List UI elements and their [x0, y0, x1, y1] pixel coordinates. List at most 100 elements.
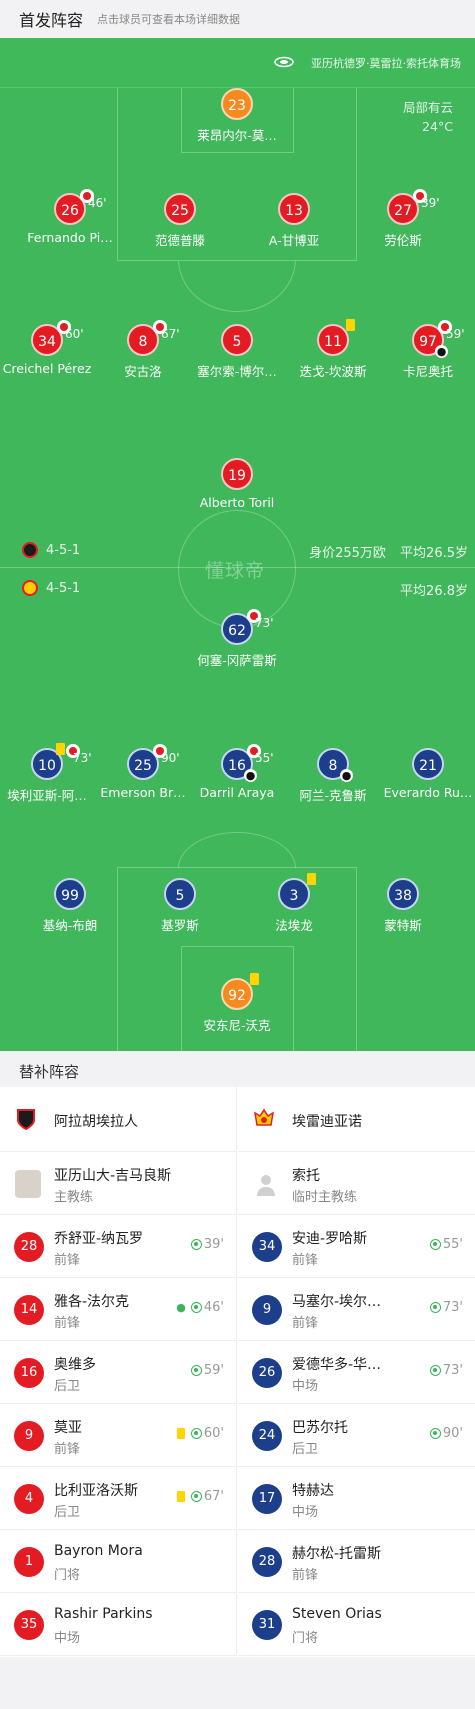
sub-in-icon — [429, 1302, 441, 1313]
goal-ball-icon: ● — [244, 769, 257, 782]
sub-row[interactable]: 16 奥维多 后卫 59' — [0, 1341, 236, 1404]
coach-row[interactable]: 索托 临时主教练 — [238, 1152, 475, 1215]
player-name: 雅各-法尔克 — [54, 1294, 130, 1310]
sub-row[interactable]: 35 Rashir Parkins 中场 — [0, 1593, 236, 1656]
subs-panel: 阿拉胡埃拉人 亚历山大-吉马良斯 主教练 28 乔舒亚-纳瓦罗 前锋 39' 1… — [0, 1087, 475, 1657]
away-avg-age: 平均26.8岁 — [400, 584, 468, 599]
sub-row[interactable]: 26 爱德华多-华… 中场 73' — [238, 1341, 475, 1404]
sub-row[interactable]: 24 巴苏尔托 后卫 90' — [238, 1404, 475, 1467]
sub-row[interactable]: 28 乔舒亚-纳瓦罗 前锋 39' — [0, 1215, 236, 1278]
away-crest-icon — [22, 580, 38, 596]
shirt-number: 5 — [164, 878, 196, 910]
shirt-number: 16 55' ● — [221, 744, 274, 782]
shirt-number: 27 39' — [387, 189, 440, 225]
sub-row[interactable]: 28 赫尔松-托雷斯 前锋 — [238, 1530, 475, 1593]
player-away[interactable]: 5 基罗斯 — [120, 878, 240, 934]
sub-row[interactable]: 4 比利亚洛沃斯 后卫 67' — [0, 1467, 236, 1530]
goal-ball-icon: ● — [340, 769, 353, 782]
player-home[interactable]: 13 A-甘博亚 — [234, 193, 354, 249]
player-position: 后卫 — [292, 1442, 319, 1457]
shirt-number: 3 — [278, 873, 316, 910]
shirt-number: 4 — [14, 1484, 44, 1514]
coach-role: 主教练 — [54, 1190, 94, 1205]
weather-condition: 局部有云 — [402, 100, 453, 115]
player-away[interactable]: 3 法埃龙 — [234, 873, 354, 934]
shirt-number: 19 — [221, 458, 253, 490]
weather-temp: 24°C — [422, 119, 453, 134]
shirt-number: 14 — [14, 1295, 44, 1325]
player-away[interactable]: 21 Everardo Ru… — [368, 748, 475, 800]
player-home[interactable]: 97 59' ● 卡尼奥托 — [368, 320, 475, 380]
watermark: 懂球帝 — [205, 560, 266, 582]
player-name: Everardo Ru… — [383, 785, 473, 800]
player-away[interactable]: 62 73' 何塞-冈萨雷斯 — [177, 609, 297, 669]
goal-ball-icon: ● — [435, 345, 448, 358]
player-position: 前锋 — [54, 1316, 81, 1331]
sub-in-icon — [429, 1239, 441, 1250]
shirt-number: 99 — [54, 878, 86, 910]
player-name: 安迪-罗哈斯 — [292, 1231, 368, 1247]
player-position: 门将 — [292, 1631, 319, 1646]
player-name: 法埃龙 — [275, 918, 313, 933]
home-crest-icon — [17, 1109, 35, 1131]
player-home[interactable]: 25 范德普滕 — [120, 193, 240, 249]
sub-in-icon — [190, 1491, 202, 1502]
shirt-number: 34 60' — [31, 320, 84, 356]
player-name: Steven Orias — [292, 1606, 382, 1622]
player-home[interactable]: 19 Alberto Toril — [177, 458, 297, 510]
player-position: 前锋 — [54, 1442, 81, 1457]
shirt-number: 23 — [221, 88, 253, 120]
player-away[interactable]: 38 蒙特斯 — [343, 878, 463, 934]
shirt-number: 28 — [252, 1547, 282, 1577]
shirt-number: 25 90' — [127, 744, 180, 780]
shirt-number: 35 — [14, 1610, 44, 1640]
player-home[interactable]: 26 46' Fernando Pi… — [10, 189, 130, 245]
home-team-row[interactable]: 阿拉胡埃拉人 — [0, 1087, 236, 1152]
player-home-gk[interactable]: 23 莱昂内尔-莫… — [177, 88, 297, 144]
home-avg-age: 平均26.5岁 — [400, 546, 468, 561]
coach-row[interactable]: 亚历山大-吉马良斯 主教练 — [0, 1152, 236, 1215]
player-name: 比利亚洛沃斯 — [54, 1483, 138, 1499]
player-away-gk[interactable]: 92 安东尼-沃克 — [177, 973, 297, 1034]
pitch: 亚历杭德罗·莫雷拉·索托体育场 局部有云 24°C 懂球帝 23 莱昂内尔-莫…… — [0, 38, 475, 1051]
yellow-card-icon — [176, 1491, 185, 1502]
sub-row[interactable]: 9 莫亚 前锋 60' — [0, 1404, 236, 1467]
coach-name: 亚历山大-吉马良斯 — [54, 1168, 172, 1184]
sub-row[interactable]: 34 安迪-罗哈斯 前锋 55' — [238, 1215, 475, 1278]
sub-in-icon — [190, 1239, 202, 1250]
shirt-number: 16 — [14, 1358, 44, 1388]
away-subs: 埃雷迪亚诺 索托 临时主教练 34 安迪-罗哈斯 前锋 55' 9 马塞尔-埃尔… — [238, 1087, 475, 1656]
player-away[interactable]: 99 基纳-布朗 — [10, 878, 130, 934]
player-position: 前锋 — [292, 1253, 319, 1268]
player-name: 莱昂内尔-莫… — [197, 128, 277, 143]
coach-role: 临时主教练 — [292, 1190, 358, 1205]
home-subs: 阿拉胡埃拉人 亚历山大-吉马良斯 主教练 28 乔舒亚-纳瓦罗 前锋 39' 1… — [0, 1087, 237, 1656]
player-name: 乔舒亚-纳瓦罗 — [54, 1231, 144, 1247]
sub-row[interactable]: 9 马塞尔-埃尔… 前锋 73' — [238, 1278, 475, 1341]
player-name: Rashir Parkins — [54, 1606, 153, 1622]
coach-placeholder-icon — [257, 1175, 275, 1196]
sub-row[interactable]: 31 Steven Orias 门将 — [238, 1593, 475, 1656]
yellow-card-icon — [176, 1428, 185, 1439]
sub-row[interactable]: 1 Bayron Mora 门将 — [0, 1530, 236, 1593]
lineup-hint: 点击球员可查看本场详细数据 — [97, 13, 240, 26]
player-name: 卡尼奥托 — [402, 364, 453, 379]
sub-row[interactable]: 14 雅各-法尔克 前锋 ● 46' — [0, 1278, 236, 1341]
player-home[interactable]: 27 39' 劳伦斯 — [343, 189, 463, 249]
away-crest-icon — [253, 1108, 275, 1126]
sub-row[interactable]: 17 特赫达 中场 — [238, 1467, 475, 1530]
sub-in-event: 55' — [429, 1237, 463, 1252]
player-name: Alberto Toril — [199, 495, 275, 510]
shirt-number: 38 — [387, 878, 419, 910]
away-team-row[interactable]: 埃雷迪亚诺 — [238, 1087, 475, 1152]
player-name: 安东尼-沃克 — [203, 1018, 271, 1033]
yellow-card-icon — [307, 873, 316, 885]
shirt-number: 9 — [14, 1421, 44, 1451]
shirt-number: 10 73' — [31, 743, 92, 780]
player-name: 赫尔松-托雷斯 — [292, 1546, 382, 1562]
player-name: 基罗斯 — [161, 918, 199, 933]
sub-in-icon — [190, 1365, 202, 1376]
shirt-number: 34 — [252, 1232, 282, 1262]
shirt-number: 5 — [221, 324, 253, 356]
sub-in-event: 90' — [429, 1426, 463, 1441]
